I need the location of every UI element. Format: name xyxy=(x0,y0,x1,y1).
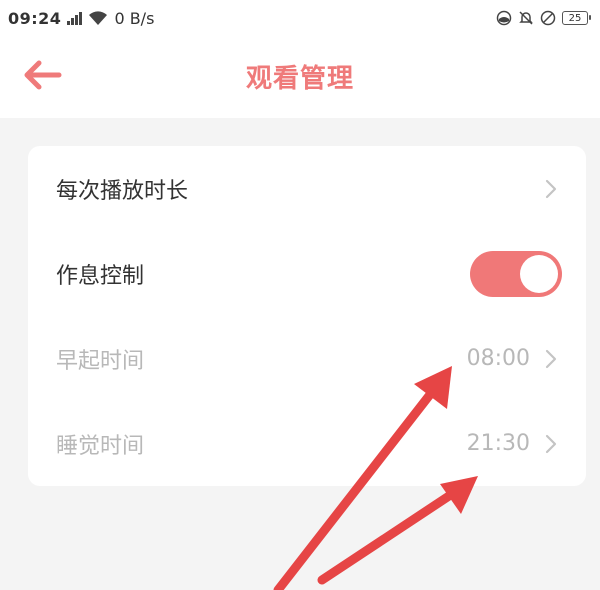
wake-time-label: 早起时间 xyxy=(56,348,145,374)
network-speed: 0 B/s xyxy=(114,8,155,28)
sleep-time-value: 21:30 xyxy=(466,431,530,456)
battery-level: 25 xyxy=(568,12,582,24)
rest-control-label: 作息控制 xyxy=(56,263,145,289)
wake-time-value: 08:00 xyxy=(466,346,530,371)
chevron-right-icon xyxy=(545,434,557,453)
toggle-knob xyxy=(520,254,558,293)
play-duration-row[interactable]: 每次播放时长 xyxy=(28,146,586,231)
sleep-time-right: 21:30 xyxy=(467,431,558,456)
app-notification-icon xyxy=(496,10,512,26)
mute-bell-icon xyxy=(519,11,533,25)
play-duration-label: 每次播放时长 xyxy=(56,178,189,204)
signal-icon xyxy=(67,11,83,25)
no-sim-icon xyxy=(540,10,556,26)
page-title: 观看管理 xyxy=(245,64,354,94)
wake-time-row[interactable]: 早起时间 08:00 xyxy=(28,316,586,401)
annotation-arrow-sleep xyxy=(317,476,478,585)
sleep-time-row[interactable]: 睡觉时间 21:30 xyxy=(28,401,586,486)
wake-time-right: 08:00 xyxy=(467,346,558,371)
screen: 09:24 0 B/s 25 观看管理 每次播放时长 作息控制 早起时间 08:… xyxy=(0,0,600,590)
status-left: 09:24 0 B/s xyxy=(8,9,154,28)
status-bar: 09:24 0 B/s 25 xyxy=(0,0,600,36)
battery-icon: 25 xyxy=(562,11,591,25)
status-right: 25 xyxy=(496,10,592,26)
chevron-right-icon xyxy=(545,349,557,368)
nav-header: 观看管理 xyxy=(0,36,600,118)
chevron-right-icon xyxy=(545,179,557,198)
settings-card: 每次播放时长 作息控制 早起时间 08:00 睡觉时间 21:30 xyxy=(28,146,586,486)
wifi-icon xyxy=(89,11,108,25)
sleep-time-label: 睡觉时间 xyxy=(56,433,145,459)
rest-control-row: 作息控制 xyxy=(28,231,586,316)
play-duration-right xyxy=(544,178,558,200)
rest-control-toggle[interactable] xyxy=(470,250,562,297)
status-time: 09:24 xyxy=(8,8,62,28)
